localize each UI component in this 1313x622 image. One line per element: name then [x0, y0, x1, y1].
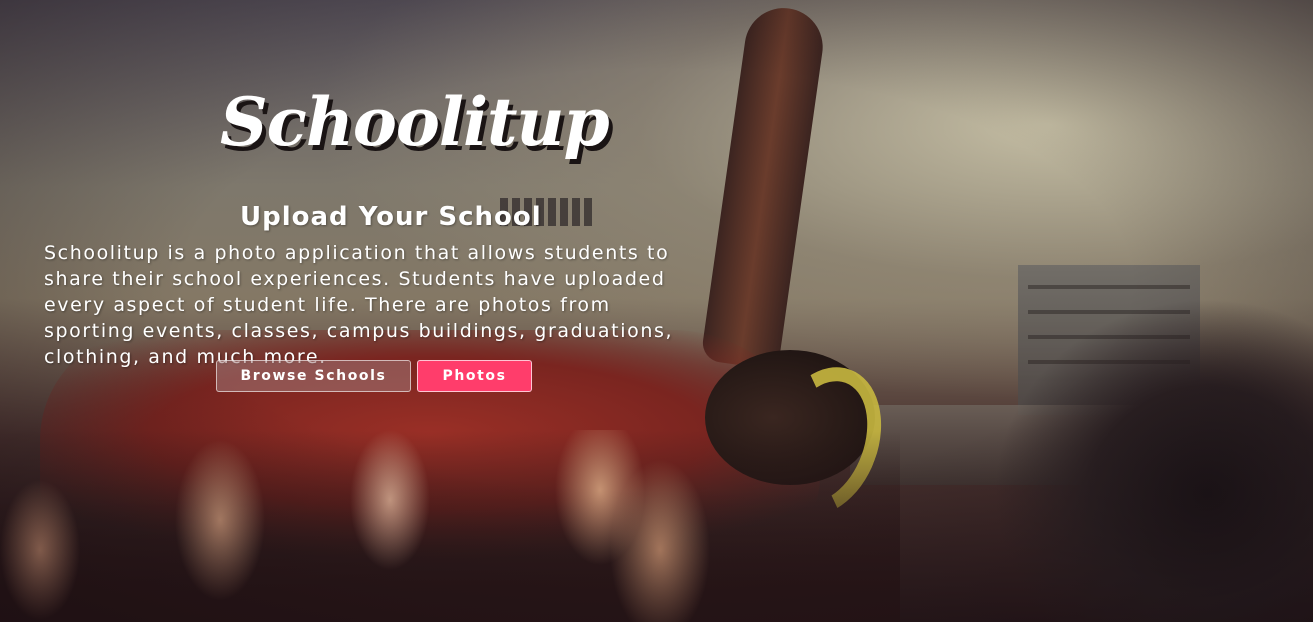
hero-headline: Upload Your School [240, 202, 542, 232]
browse-schools-button[interactable]: Browse Schools [216, 360, 411, 392]
brand-logo[interactable]: Schoolitup [220, 72, 610, 212]
photos-button[interactable]: Photos [417, 360, 532, 392]
hero-description: Schoolitup is a photo application that a… [44, 242, 674, 368]
crowd-hands [0, 430, 900, 622]
raised-arm [700, 3, 828, 371]
hero-section: Schoolitup Upload Your School Schoolitup… [0, 0, 1313, 622]
background-trees [960, 300, 1313, 622]
